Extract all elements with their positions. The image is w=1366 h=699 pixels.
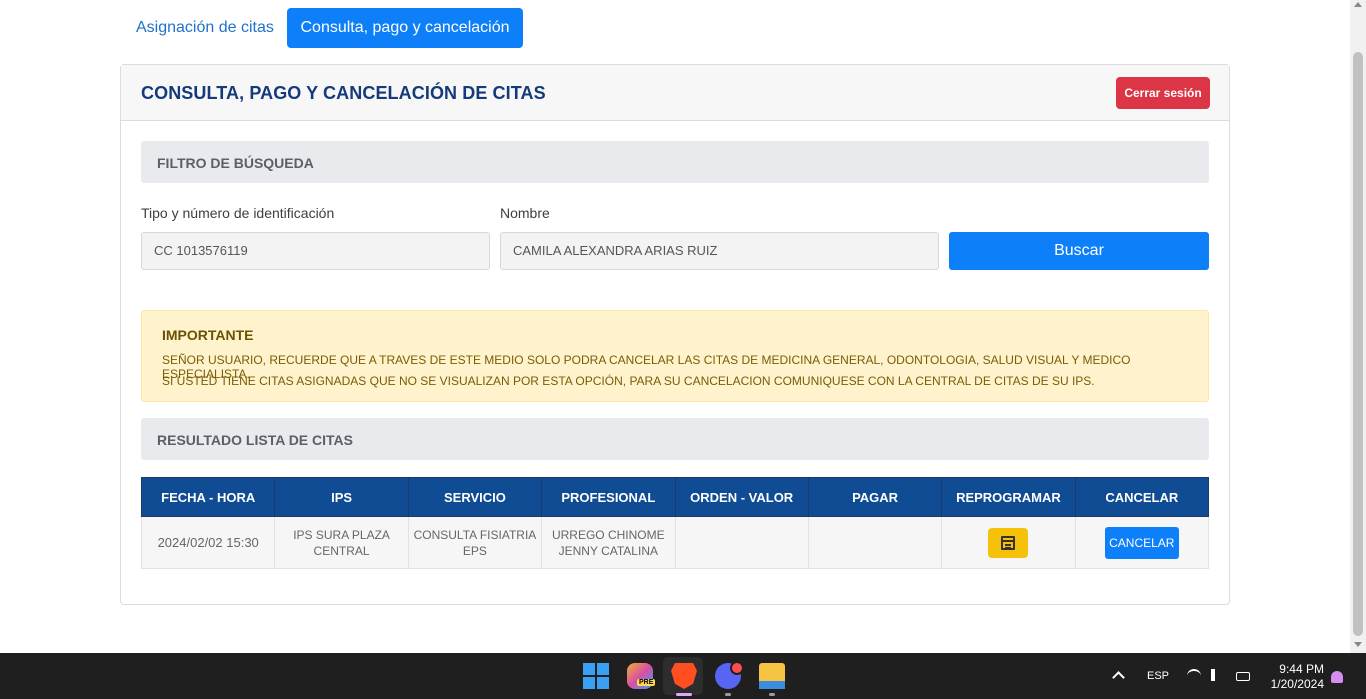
- copilot-icon[interactable]: PRE: [627, 663, 656, 689]
- column-header-orden-valor: ORDEN - VALOR: [674, 477, 809, 517]
- tab-consulta-pago-cancelacion[interactable]: Consulta, pago y cancelación: [287, 8, 523, 48]
- cell-profesional: URREGO CHINOME JENNY CATALINA: [541, 516, 676, 569]
- name-field[interactable]: CAMILA ALEXANDRA ARIAS RUIZ: [500, 232, 939, 270]
- scroll-down-arrow-icon[interactable]: [1354, 642, 1362, 647]
- cancel-appointment-button[interactable]: CANCELAR: [1104, 526, 1179, 559]
- active-app-indicator: [676, 693, 692, 696]
- clock-date: 1/20/2024: [1270, 677, 1324, 691]
- name-field-label: Nombre: [500, 205, 550, 221]
- results-section-title: RESULTADO LISTA DE CITAS: [157, 432, 353, 448]
- notification-bell-icon[interactable]: [1331, 671, 1343, 683]
- results-section-header: RESULTADO LISTA DE CITAS: [141, 418, 1209, 460]
- scrollbar-thumb[interactable]: [1353, 52, 1363, 636]
- appointments-table: FECHA - HORA IPS SERVICIO PROFESIONAL OR…: [140, 477, 1210, 569]
- running-app-indicator: [725, 693, 731, 696]
- column-header-pagar: PAGAR: [807, 477, 943, 517]
- column-header-cancelar: CANCELAR: [1074, 477, 1210, 517]
- filter-section-header: FILTRO DE BÚSQUEDA: [141, 141, 1209, 183]
- clock-time: 9:44 PM: [1279, 662, 1324, 676]
- pre-badge: PRE: [637, 679, 656, 686]
- running-app-indicator: [769, 693, 775, 696]
- start-tile: [583, 663, 595, 675]
- column-header-profesional: PROFESIONAL: [541, 477, 676, 517]
- logout-button[interactable]: Cerrar sesión: [1116, 77, 1210, 109]
- page-title: CONSULTA, PAGO Y CANCELACIÓN DE CITAS: [141, 83, 546, 103]
- browser-viewport: Asignación de citas Consulta, pago y can…: [0, 0, 1350, 653]
- cell-ips: IPS SURA PLAZA CENTRAL: [274, 516, 409, 569]
- start-tile: [597, 663, 609, 675]
- volume-icon[interactable]: [1211, 669, 1223, 681]
- card-header: CONSULTA, PAGO Y CANCELACIÓN DE CITAS Ce…: [121, 65, 1229, 121]
- cell-pagar: [807, 516, 943, 569]
- windows-taskbar: PRE ESP 9:44 PM 1/20/2024: [0, 653, 1366, 699]
- table-header-row: FECHA - HORA IPS SERVICIO PROFESIONAL OR…: [140, 477, 1210, 517]
- notification-badge: [730, 661, 744, 675]
- reschedule-button[interactable]: [988, 527, 1029, 558]
- wifi-icon[interactable]: [1187, 669, 1201, 679]
- battery-icon[interactable]: [1236, 672, 1250, 681]
- appointments-card: CONSULTA, PAGO Y CANCELACIÓN DE CITAS Ce…: [120, 64, 1230, 605]
- clock[interactable]: 9:44 PM 1/20/2024: [1262, 662, 1324, 692]
- alert-title: IMPORTANTE: [162, 327, 254, 343]
- filter-section-title: FILTRO DE BÚSQUEDA: [157, 155, 314, 171]
- id-field-label: Tipo y número de identificación: [141, 205, 335, 221]
- cell-servicio: CONSULTA FISIATRIA EPS: [407, 516, 543, 569]
- alert-text-line-2: SI USTED TIENE CITAS ASIGNADAS QUE NO SE…: [162, 374, 1095, 388]
- column-header-ips: IPS: [274, 477, 409, 517]
- windows-start-icon[interactable]: [583, 663, 609, 689]
- cell-orden-valor: [674, 516, 809, 569]
- table-row: 2024/02/02 15:30 IPS SURA PLAZA CENTRAL …: [140, 516, 1210, 569]
- column-header-reprogramar: REPROGRAMAR: [941, 477, 1076, 517]
- input-language-indicator[interactable]: ESP: [1147, 670, 1169, 682]
- important-alert: IMPORTANTE SEÑOR USUARIO, RECUERDE QUE A…: [141, 310, 1209, 402]
- show-hidden-icons-chevron-icon[interactable]: [1112, 671, 1125, 684]
- cell-fecha-hora: 2024/02/02 15:30: [140, 516, 276, 569]
- calendar-icon: [1001, 535, 1016, 550]
- column-header-fecha-hora: FECHA - HORA: [140, 477, 276, 517]
- id-field[interactable]: CC 1013576119: [141, 232, 490, 270]
- page-scrollbar[interactable]: [1350, 0, 1366, 653]
- cell-reprogramar: [941, 516, 1076, 569]
- column-header-servicio: SERVICIO: [407, 477, 543, 517]
- search-button[interactable]: Buscar: [949, 232, 1209, 270]
- scroll-up-arrow-icon[interactable]: [1354, 2, 1362, 7]
- cell-cancelar: CANCELAR: [1074, 516, 1210, 569]
- start-tile: [597, 677, 609, 689]
- file-explorer-icon[interactable]: [759, 663, 785, 689]
- start-tile: [583, 677, 595, 689]
- tab-asignacion-citas[interactable]: Asignación de citas: [120, 8, 290, 48]
